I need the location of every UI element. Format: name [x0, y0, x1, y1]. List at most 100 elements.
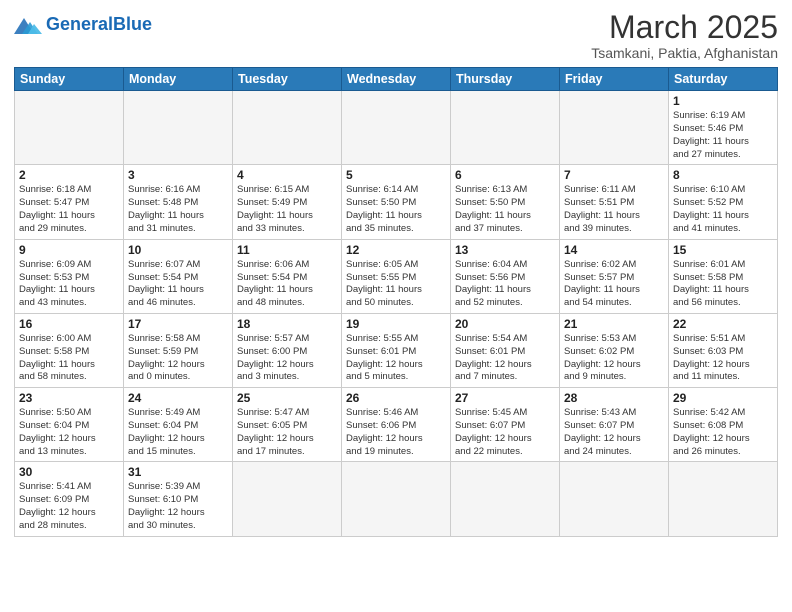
calendar-week-4: 16 Sunrise: 6:00 AM Sunset: 5:58 PM Dayli…: [15, 313, 778, 387]
calendar-cell: 26Sunrise: 5:46 AM Sunset: 6:06 PM Dayli…: [342, 388, 451, 462]
calendar-cell: 28Sunrise: 5:43 AM Sunset: 6:07 PM Dayli…: [560, 388, 669, 462]
calendar-cell: 6 Sunrise: 6:13 AM Sunset: 5:50 PM Daylig…: [451, 165, 560, 239]
calendar-cell: [233, 462, 342, 536]
header: GeneralBlue March 2025 Tsamkani, Paktia,…: [14, 10, 778, 61]
day-number: 30: [19, 465, 119, 479]
day-number: 5: [346, 168, 446, 182]
day-info: Sunrise: 6:01 AM Sunset: 5:58 PM Dayligh…: [673, 259, 773, 310]
day-number: 10: [128, 243, 228, 257]
day-info: Sunrise: 6:09 AM Sunset: 5:53 PM Dayligh…: [19, 259, 119, 310]
th-saturday: Saturday: [669, 68, 778, 91]
day-info: Sunrise: 5:58 AM Sunset: 5:59 PM Dayligh…: [128, 333, 228, 384]
day-number: 7: [564, 168, 664, 182]
logo-blue: Blue: [113, 14, 152, 34]
calendar-table: Sunday Monday Tuesday Wednesday Thursday…: [14, 67, 778, 537]
month-title: March 2025: [591, 10, 778, 45]
day-number: 31: [128, 465, 228, 479]
day-info: Sunrise: 5:50 AM Sunset: 6:04 PM Dayligh…: [19, 407, 119, 458]
calendar-cell: 7 Sunrise: 6:11 AM Sunset: 5:51 PM Daylig…: [560, 165, 669, 239]
day-info: Sunrise: 6:13 AM Sunset: 5:50 PM Dayligh…: [455, 184, 555, 235]
calendar-cell: 1Sunrise: 6:19 AM Sunset: 5:46 PM Daylig…: [669, 91, 778, 165]
day-info: Sunrise: 5:47 AM Sunset: 6:05 PM Dayligh…: [237, 407, 337, 458]
calendar-cell: 3Sunrise: 6:16 AM Sunset: 5:48 PM Daylig…: [124, 165, 233, 239]
logo: GeneralBlue: [14, 14, 152, 36]
th-sunday: Sunday: [15, 68, 124, 91]
calendar-cell: [233, 91, 342, 165]
location-subtitle: Tsamkani, Paktia, Afghanistan: [591, 45, 778, 61]
calendar-cell: 8 Sunrise: 6:10 AM Sunset: 5:52 PM Daylig…: [669, 165, 778, 239]
calendar-body: 1Sunrise: 6:19 AM Sunset: 5:46 PM Daylig…: [15, 91, 778, 537]
day-info: Sunrise: 5:55 AM Sunset: 6:01 PM Dayligh…: [346, 333, 446, 384]
calendar-cell: 17 Sunrise: 5:58 AM Sunset: 5:59 PM Dayli…: [124, 313, 233, 387]
calendar-cell: [451, 462, 560, 536]
day-number: 17: [128, 317, 228, 331]
day-info: Sunrise: 5:51 AM Sunset: 6:03 PM Dayligh…: [673, 333, 773, 384]
calendar-cell: 5Sunrise: 6:14 AM Sunset: 5:50 PM Daylig…: [342, 165, 451, 239]
day-number: 29: [673, 391, 773, 405]
th-thursday: Thursday: [451, 68, 560, 91]
day-number: 8: [673, 168, 773, 182]
calendar-cell: [342, 91, 451, 165]
day-info: Sunrise: 6:11 AM Sunset: 5:51 PM Dayligh…: [564, 184, 664, 235]
day-number: 21: [564, 317, 664, 331]
day-number: 18: [237, 317, 337, 331]
logo-icon: [14, 14, 42, 36]
calendar-cell: 2Sunrise: 6:18 AM Sunset: 5:47 PM Daylig…: [15, 165, 124, 239]
calendar-cell: 9 Sunrise: 6:09 AM Sunset: 5:53 PM Daylig…: [15, 239, 124, 313]
day-number: 23: [19, 391, 119, 405]
calendar-cell: [451, 91, 560, 165]
day-number: 12: [346, 243, 446, 257]
calendar-cell: 29 Sunrise: 5:42 AM Sunset: 6:08 PM Dayli…: [669, 388, 778, 462]
logo-text: GeneralBlue: [46, 15, 152, 35]
day-info: Sunrise: 6:06 AM Sunset: 5:54 PM Dayligh…: [237, 259, 337, 310]
calendar-cell: 23 Sunrise: 5:50 AM Sunset: 6:04 PM Dayli…: [15, 388, 124, 462]
calendar-cell: [560, 462, 669, 536]
calendar-week-3: 9 Sunrise: 6:09 AM Sunset: 5:53 PM Daylig…: [15, 239, 778, 313]
day-info: Sunrise: 6:04 AM Sunset: 5:56 PM Dayligh…: [455, 259, 555, 310]
day-number: 27: [455, 391, 555, 405]
day-number: 9: [19, 243, 119, 257]
weekday-row: Sunday Monday Tuesday Wednesday Thursday…: [15, 68, 778, 91]
calendar-cell: 16 Sunrise: 6:00 AM Sunset: 5:58 PM Dayli…: [15, 313, 124, 387]
day-number: 3: [128, 168, 228, 182]
day-number: 6: [455, 168, 555, 182]
day-number: 22: [673, 317, 773, 331]
day-info: Sunrise: 6:02 AM Sunset: 5:57 PM Dayligh…: [564, 259, 664, 310]
day-number: 16: [19, 317, 119, 331]
calendar-week-1: 1Sunrise: 6:19 AM Sunset: 5:46 PM Daylig…: [15, 91, 778, 165]
calendar-cell: 10Sunrise: 6:07 AM Sunset: 5:54 PM Dayli…: [124, 239, 233, 313]
calendar-week-6: 30 Sunrise: 5:41 AM Sunset: 6:09 PM Dayli…: [15, 462, 778, 536]
day-number: 19: [346, 317, 446, 331]
calendar-cell: [124, 91, 233, 165]
day-info: Sunrise: 5:42 AM Sunset: 6:08 PM Dayligh…: [673, 407, 773, 458]
calendar-cell: 25Sunrise: 5:47 AM Sunset: 6:05 PM Dayli…: [233, 388, 342, 462]
calendar-cell: 22 Sunrise: 5:51 AM Sunset: 6:03 PM Dayli…: [669, 313, 778, 387]
day-info: Sunrise: 5:49 AM Sunset: 6:04 PM Dayligh…: [128, 407, 228, 458]
day-number: 20: [455, 317, 555, 331]
day-info: Sunrise: 6:19 AM Sunset: 5:46 PM Dayligh…: [673, 110, 773, 161]
calendar-cell: 27Sunrise: 5:45 AM Sunset: 6:07 PM Dayli…: [451, 388, 560, 462]
day-number: 4: [237, 168, 337, 182]
calendar-cell: 13 Sunrise: 6:04 AM Sunset: 5:56 PM Dayli…: [451, 239, 560, 313]
day-number: 14: [564, 243, 664, 257]
calendar-cell: 14 Sunrise: 6:02 AM Sunset: 5:57 PM Dayli…: [560, 239, 669, 313]
calendar-cell: [669, 462, 778, 536]
day-number: 2: [19, 168, 119, 182]
day-info: Sunrise: 6:05 AM Sunset: 5:55 PM Dayligh…: [346, 259, 446, 310]
day-number: 13: [455, 243, 555, 257]
calendar-cell: 30 Sunrise: 5:41 AM Sunset: 6:09 PM Dayli…: [15, 462, 124, 536]
calendar-cell: [15, 91, 124, 165]
day-number: 15: [673, 243, 773, 257]
day-number: 24: [128, 391, 228, 405]
day-info: Sunrise: 5:57 AM Sunset: 6:00 PM Dayligh…: [237, 333, 337, 384]
day-info: Sunrise: 5:41 AM Sunset: 6:09 PM Dayligh…: [19, 481, 119, 532]
day-info: Sunrise: 6:00 AM Sunset: 5:58 PM Dayligh…: [19, 333, 119, 384]
day-info: Sunrise: 5:43 AM Sunset: 6:07 PM Dayligh…: [564, 407, 664, 458]
day-info: Sunrise: 5:46 AM Sunset: 6:06 PM Dayligh…: [346, 407, 446, 458]
day-info: Sunrise: 6:10 AM Sunset: 5:52 PM Dayligh…: [673, 184, 773, 235]
day-number: 11: [237, 243, 337, 257]
calendar-cell: 20 Sunrise: 5:54 AM Sunset: 6:01 PM Dayli…: [451, 313, 560, 387]
day-info: Sunrise: 5:54 AM Sunset: 6:01 PM Dayligh…: [455, 333, 555, 384]
calendar-header: Sunday Monday Tuesday Wednesday Thursday…: [15, 68, 778, 91]
day-info: Sunrise: 6:15 AM Sunset: 5:49 PM Dayligh…: [237, 184, 337, 235]
